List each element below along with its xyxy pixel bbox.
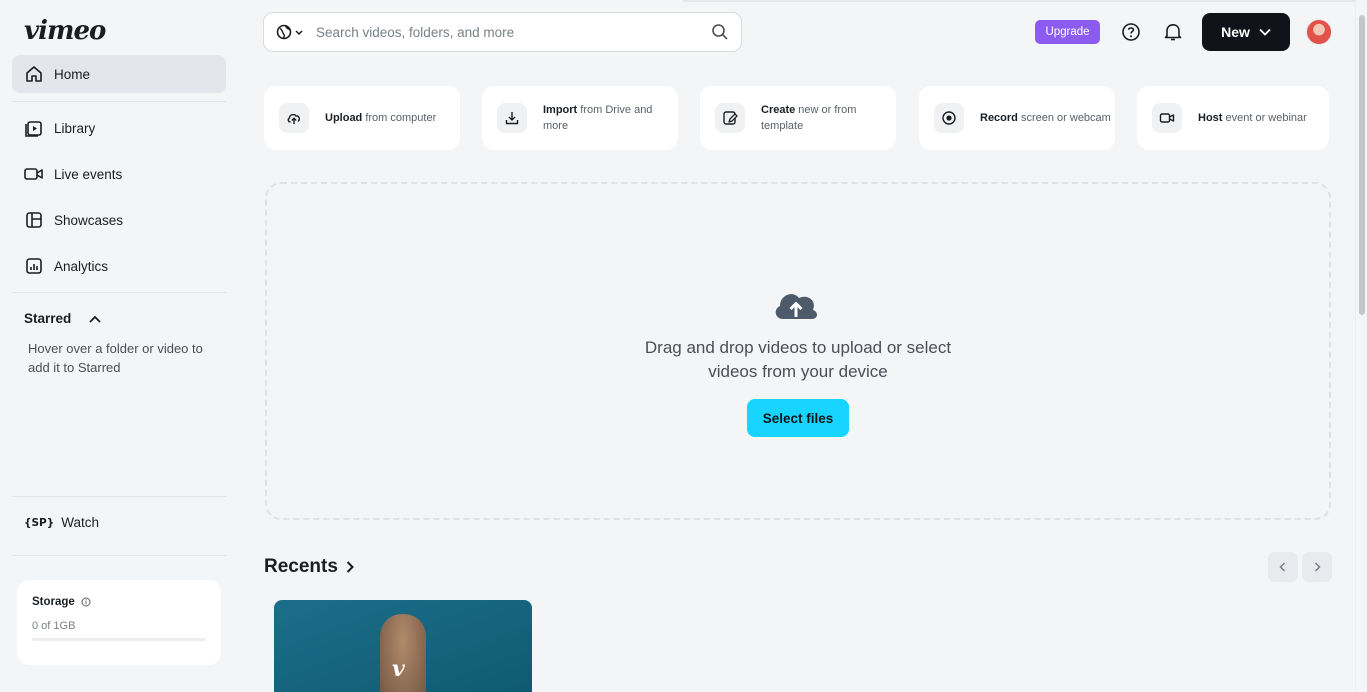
sidebar-item-watch[interactable]: {SP} Watch — [24, 515, 99, 530]
sidebar-item-label: Analytics — [54, 258, 109, 274]
new-button-label: New — [1221, 24, 1250, 40]
search-input[interactable] — [316, 24, 711, 40]
top-edge-line — [683, 0, 1355, 2]
sidebar-item-showcases[interactable]: Showcases — [12, 201, 226, 239]
sidebar-divider — [12, 101, 226, 102]
vimeo-logo[interactable]: vimeo — [24, 16, 106, 46]
showcases-icon — [24, 210, 44, 230]
sidebar-item-analytics[interactable]: Analytics — [12, 247, 226, 285]
analytics-icon — [24, 256, 44, 276]
search-scope-dropdown[interactable] — [276, 24, 304, 40]
chevron-down-icon — [1259, 28, 1271, 36]
sidebar: vimeo Home Library Live events Showcases… — [0, 0, 240, 692]
globe-icon — [276, 24, 303, 40]
sidebar-item-label: Showcases — [54, 212, 124, 228]
select-files-button[interactable]: Select files — [747, 399, 849, 437]
drop-zone-text: Drag and drop videos to upload or select… — [644, 338, 952, 381]
sidebar-divider — [12, 292, 226, 293]
storage-title: Storage — [32, 596, 75, 608]
scrollbar-thumb[interactable] — [1359, 15, 1365, 315]
recents-next-button[interactable] — [1302, 552, 1332, 582]
chevron-right-icon — [1314, 562, 1321, 572]
host-icon — [1152, 103, 1182, 133]
sidebar-item-label: Library — [54, 120, 96, 136]
create-icon — [715, 103, 745, 133]
import-card-text: Import from Drive and more — [543, 104, 653, 132]
sidebar-divider — [12, 555, 226, 556]
chevron-left-icon — [1279, 562, 1286, 572]
upgrade-button[interactable]: Upgrade — [1035, 20, 1100, 44]
host-card[interactable]: Host event or webinar — [1137, 86, 1329, 150]
upload-card-text: Upload from computer — [325, 112, 437, 124]
live-events-icon — [24, 164, 44, 184]
upload-icon — [279, 103, 309, 133]
home-icon — [24, 64, 44, 84]
sidebar-item-label: Live events — [54, 166, 123, 182]
sidebar-item-label: Watch — [61, 515, 99, 530]
recents-title: Recents — [264, 556, 338, 577]
recents-heading[interactable]: Recents — [264, 556, 354, 578]
upload-card[interactable]: Upload from computer — [264, 86, 460, 150]
recents-prev-button[interactable] — [1268, 552, 1298, 582]
search-bar[interactable] — [263, 12, 742, 52]
recent-video-thumbnail[interactable]: v — [274, 600, 532, 692]
new-button[interactable]: New — [1202, 13, 1290, 51]
page-scrollbar[interactable] — [1355, 0, 1367, 692]
create-card-text: Create new or from template — [761, 104, 857, 132]
starred-section-toggle[interactable]: Starred — [24, 311, 101, 326]
sidebar-item-live-events[interactable]: Live events — [12, 155, 226, 193]
storage-card[interactable]: Storage 0 of 1GB — [17, 580, 221, 665]
chevron-right-icon — [346, 561, 354, 573]
record-card-text: Record screen or webcam — [980, 112, 1111, 124]
sidebar-divider — [12, 496, 226, 497]
cloud-upload-icon — [772, 286, 820, 322]
sidebar-item-home[interactable]: Home — [12, 55, 226, 93]
starred-hint: Hover over a folder or video to add it t… — [28, 341, 203, 375]
create-card[interactable]: Create new or from template — [700, 86, 896, 150]
bell-icon[interactable] — [1162, 21, 1184, 43]
sidebar-item-library[interactable]: Library — [12, 109, 226, 147]
chevron-up-icon — [89, 315, 101, 323]
avatar[interactable] — [1306, 19, 1332, 45]
vimeo-v-mark: v — [392, 656, 405, 682]
sidebar-item-label: Home — [54, 66, 91, 82]
help-icon[interactable] — [1120, 21, 1142, 43]
info-icon[interactable] — [81, 597, 91, 607]
library-icon — [24, 118, 44, 138]
watch-icon: {SP} — [24, 516, 55, 529]
import-card[interactable]: Import from Drive and more — [482, 86, 678, 150]
record-icon — [934, 103, 964, 133]
host-card-text: Host event or webinar — [1198, 112, 1307, 124]
storage-progress-bar — [32, 638, 206, 641]
storage-used: 0 of 1GB — [32, 620, 76, 632]
import-icon — [497, 103, 527, 133]
record-card[interactable]: Record screen or webcam — [919, 86, 1115, 150]
search-icon[interactable] — [711, 23, 729, 41]
starred-title: Starred — [24, 311, 72, 326]
